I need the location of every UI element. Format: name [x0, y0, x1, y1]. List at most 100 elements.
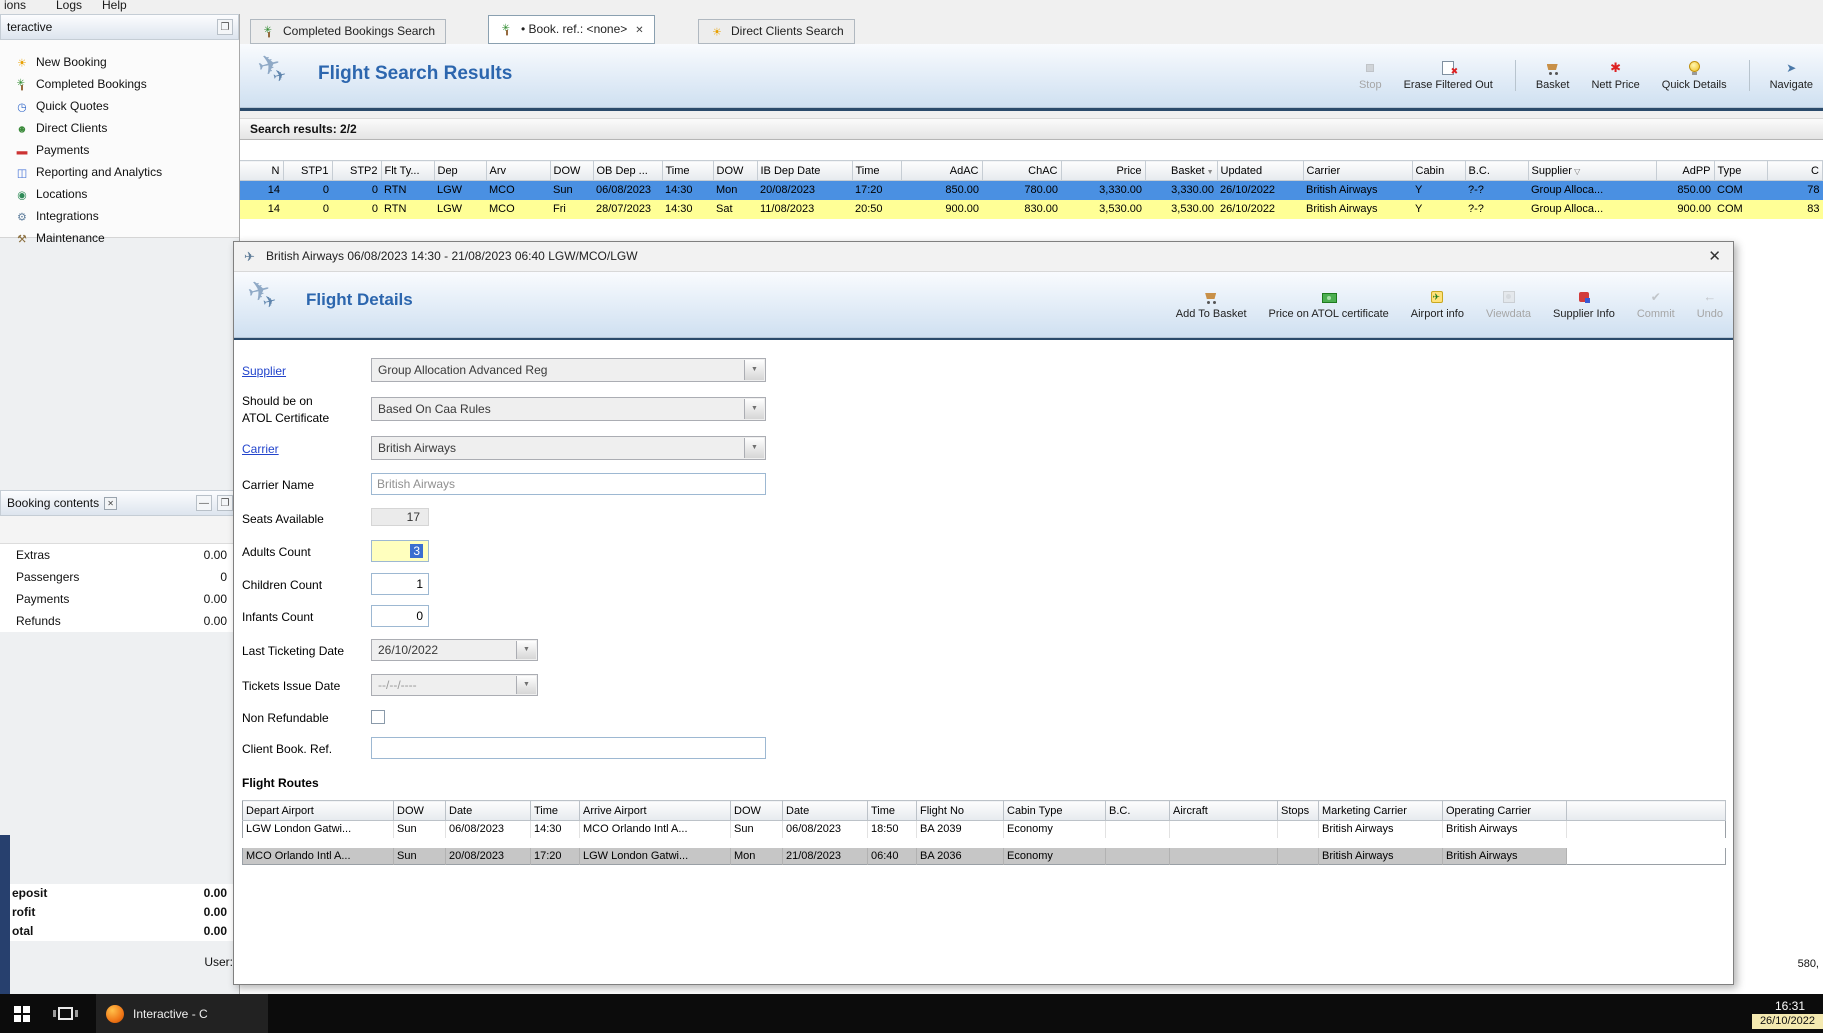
- toolbar-button[interactable]: Stop: [1359, 60, 1382, 91]
- column-header[interactable]: Time: [867, 800, 917, 821]
- toolbar-button[interactable]: Basket: [1514, 60, 1569, 91]
- column-header[interactable]: C: [1767, 160, 1823, 181]
- chevron-down-icon[interactable]: [744, 438, 764, 458]
- document-tab[interactable]: • Book. ref.: <none> ✕: [488, 15, 655, 44]
- supplier-combo[interactable]: Group Allocation Advanced Reg: [371, 358, 766, 382]
- column-header[interactable]: Basket: [1145, 160, 1218, 181]
- column-header[interactable]: STP1: [283, 160, 333, 181]
- carrier-name-input[interactable]: British Airways: [371, 473, 766, 495]
- column-header[interactable]: Cabin Type: [1003, 800, 1106, 821]
- toolbar-button[interactable]: Undo: [1697, 289, 1723, 320]
- column-header[interactable]: Flt Ty...: [381, 160, 435, 181]
- column-header[interactable]: Marketing Carrier: [1318, 800, 1443, 821]
- toolbar-icon[interactable]: [74, 522, 90, 538]
- pin-icon[interactable]: ❐: [217, 19, 233, 35]
- adults-count-input[interactable]: 3: [371, 540, 429, 562]
- close-icon[interactable]: ✕: [104, 497, 118, 510]
- column-header[interactable]: IB Dep Date: [757, 160, 853, 181]
- column-header[interactable]: Carrier: [1303, 160, 1413, 181]
- infants-count-input[interactable]: 0: [371, 605, 429, 627]
- results-grid[interactable]: N STP1 STP2 Flt Ty... Dep Arv DOW OB Dep ... Tim…: [240, 160, 1823, 219]
- toolbar-icon[interactable]: [124, 522, 140, 538]
- toolbar-icon[interactable]: [174, 522, 190, 538]
- toolbar-icon[interactable]: [99, 522, 115, 538]
- menu-item[interactable]: Logs: [56, 0, 82, 12]
- column-header[interactable]: B.C.: [1465, 160, 1529, 181]
- sidebar-item[interactable]: Locations: [0, 183, 239, 205]
- sidebar-item[interactable]: Maintenance: [0, 227, 239, 249]
- table-row[interactable]: LGW London Gatwi... Sun 06/08/2023 14:30 MCO…: [242, 820, 1726, 843]
- column-header[interactable]: Date: [782, 800, 868, 821]
- close-icon[interactable]: ✕: [1708, 242, 1721, 271]
- table-row[interactable]: 14 0 0 RTN LGW MCO Sun 06/08/2023 14:30 Mon 20/08/…: [240, 180, 1823, 200]
- column-header[interactable]: Date: [445, 800, 531, 821]
- flight-routes-grid[interactable]: Depart Airport DOW Date Time Arrive Airport D…: [242, 800, 1726, 865]
- toolbar-button[interactable]: Erase Filtered Out: [1404, 60, 1493, 91]
- column-header[interactable]: STP2: [332, 160, 382, 181]
- toolbar-icon[interactable]: [149, 522, 165, 538]
- children-count-input[interactable]: 1: [371, 573, 429, 595]
- toolbar-button[interactable]: Add To Basket: [1176, 289, 1247, 320]
- carrier-link[interactable]: Carrier: [242, 442, 279, 456]
- column-header[interactable]: ChAC: [982, 160, 1062, 181]
- column-header[interactable]: Arrive Airport: [579, 800, 731, 821]
- column-header[interactable]: B.C.: [1105, 800, 1170, 821]
- float-icon[interactable]: ❐: [217, 495, 233, 511]
- column-header[interactable]: DOW: [550, 160, 594, 181]
- list-item[interactable]: Extras 0.00: [0, 544, 239, 566]
- column-header[interactable]: AdPP: [1656, 160, 1715, 181]
- taskbar-date[interactable]: 26/10/2022: [1751, 1014, 1823, 1029]
- column-header[interactable]: Stops: [1277, 800, 1319, 821]
- toolbar-button[interactable]: Commit: [1637, 289, 1675, 320]
- non-refundable-checkbox[interactable]: [371, 710, 385, 724]
- sidebar-item[interactable]: Completed Bookings: [0, 73, 239, 95]
- carrier-combo[interactable]: British Airways: [371, 436, 766, 460]
- list-item[interactable]: Payments 0.00: [0, 588, 239, 610]
- column-header[interactable]: DOW: [713, 160, 758, 181]
- sidebar-item[interactable]: Direct Clients: [0, 117, 239, 139]
- column-header[interactable]: AdAC: [901, 160, 983, 181]
- column-header[interactable]: Time: [530, 800, 580, 821]
- sidebar-item[interactable]: Payments: [0, 139, 239, 161]
- column-header[interactable]: Type: [1714, 160, 1768, 181]
- tickets-issue-date-combo[interactable]: --/--/----: [371, 674, 538, 696]
- toolbar-icon[interactable]: [49, 522, 65, 538]
- toolbar-button[interactable]: Nett Price: [1591, 60, 1639, 91]
- column-header[interactable]: Supplier: [1528, 160, 1657, 181]
- chevron-down-icon[interactable]: [744, 360, 764, 380]
- list-item[interactable]: Passengers 0: [0, 566, 239, 588]
- toolbar-button[interactable]: Viewdata: [1486, 289, 1531, 320]
- minimize-icon[interactable]: —: [196, 495, 212, 511]
- chevron-down-icon[interactable]: [516, 641, 536, 659]
- toolbar-button[interactable]: Supplier Info: [1553, 289, 1615, 320]
- table-row[interactable]: 14 0 0 RTN LGW MCO Fri 28/07/2023 14:30 Sat 11/08/…: [240, 199, 1823, 219]
- document-tab[interactable]: Completed Bookings Search✕: [250, 19, 447, 44]
- column-header[interactable]: Depart Airport: [242, 800, 394, 821]
- client-book-ref-input[interactable]: [371, 737, 766, 759]
- dialog-titlebar[interactable]: British Airways 06/08/2023 14:30 - 21/08…: [234, 242, 1733, 272]
- toolbar-button[interactable]: Navigate: [1748, 60, 1813, 91]
- task-view-icon[interactable]: [53, 1007, 78, 1020]
- column-header[interactable]: N: [240, 160, 284, 181]
- column-header[interactable]: Flight No: [916, 800, 1004, 821]
- menu-item[interactable]: Help: [102, 0, 127, 12]
- atol-combo[interactable]: Based On Caa Rules: [371, 397, 766, 421]
- column-header[interactable]: Updated: [1217, 160, 1304, 181]
- sidebar-item[interactable]: Integrations: [0, 205, 239, 227]
- column-header[interactable]: DOW: [730, 800, 783, 821]
- column-header[interactable]: Time: [852, 160, 902, 181]
- column-header[interactable]: DOW: [393, 800, 446, 821]
- supplier-link[interactable]: Supplier: [242, 364, 286, 378]
- last-ticketing-date-combo[interactable]: 26/10/2022: [371, 639, 538, 661]
- column-header[interactable]: Time: [662, 160, 714, 181]
- document-tab[interactable]: Direct Clients Search✕: [698, 19, 855, 44]
- list-item[interactable]: Refunds 0.00: [0, 610, 239, 632]
- start-button-icon[interactable]: [14, 1006, 30, 1022]
- chevron-down-icon[interactable]: [516, 676, 536, 694]
- sidebar-item[interactable]: Quick Quotes: [0, 95, 239, 117]
- column-header[interactable]: Dep: [434, 160, 487, 181]
- column-header[interactable]: Arv: [486, 160, 551, 181]
- sidebar-item[interactable]: New Booking: [0, 51, 239, 73]
- table-row[interactable]: MCO Orlando Intl A... Sun 20/08/2023 17:20 L…: [242, 837, 1726, 865]
- tab-close-icon[interactable]: ✕: [635, 17, 643, 44]
